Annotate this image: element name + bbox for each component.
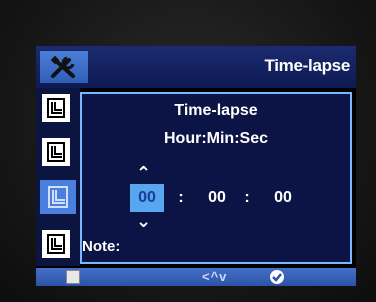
- hour-field[interactable]: 00: [130, 184, 164, 212]
- sidebar-item-2[interactable]: [42, 138, 70, 166]
- time-separator: :: [178, 189, 184, 206]
- sidebar: [36, 88, 80, 266]
- navigation-hint-icon: <^v: [202, 269, 228, 284]
- check-icon[interactable]: [270, 270, 284, 284]
- menu-page-icon: [47, 234, 65, 254]
- menu-page-icon: [47, 98, 65, 118]
- minute-field[interactable]: 00: [200, 184, 234, 212]
- tools-icon[interactable]: [40, 51, 88, 83]
- sidebar-item-1[interactable]: [42, 94, 70, 122]
- sidebar-item-3[interactable]: [40, 180, 76, 214]
- second-field[interactable]: 00: [266, 184, 300, 212]
- panel-title: Time-lapse: [174, 102, 258, 119]
- decrement-arrow-icon[interactable]: ⌄: [136, 212, 151, 230]
- footer-bar: <^v: [36, 268, 356, 286]
- document-icon: [66, 270, 80, 284]
- header: Time-lapse: [36, 46, 356, 88]
- menu-page-icon: [47, 142, 65, 162]
- note-label: Note:: [82, 238, 121, 255]
- time-row: 00 : 00 : 00: [82, 184, 350, 212]
- camera-screen: Time-lapse Time-lapse Hour:Min:Sec ⌃ 00 …: [36, 46, 356, 286]
- format-label: Hour:Min:Sec: [164, 130, 268, 147]
- time-separator: :: [244, 189, 250, 206]
- menu-page-icon: [48, 186, 68, 208]
- header-title: Time-lapse: [264, 56, 350, 75]
- settings-panel: Time-lapse Hour:Min:Sec ⌃ 00 : 00 : 00 ⌄…: [80, 92, 352, 264]
- sidebar-item-4[interactable]: [42, 230, 70, 258]
- increment-arrow-icon[interactable]: ⌃: [136, 164, 151, 182]
